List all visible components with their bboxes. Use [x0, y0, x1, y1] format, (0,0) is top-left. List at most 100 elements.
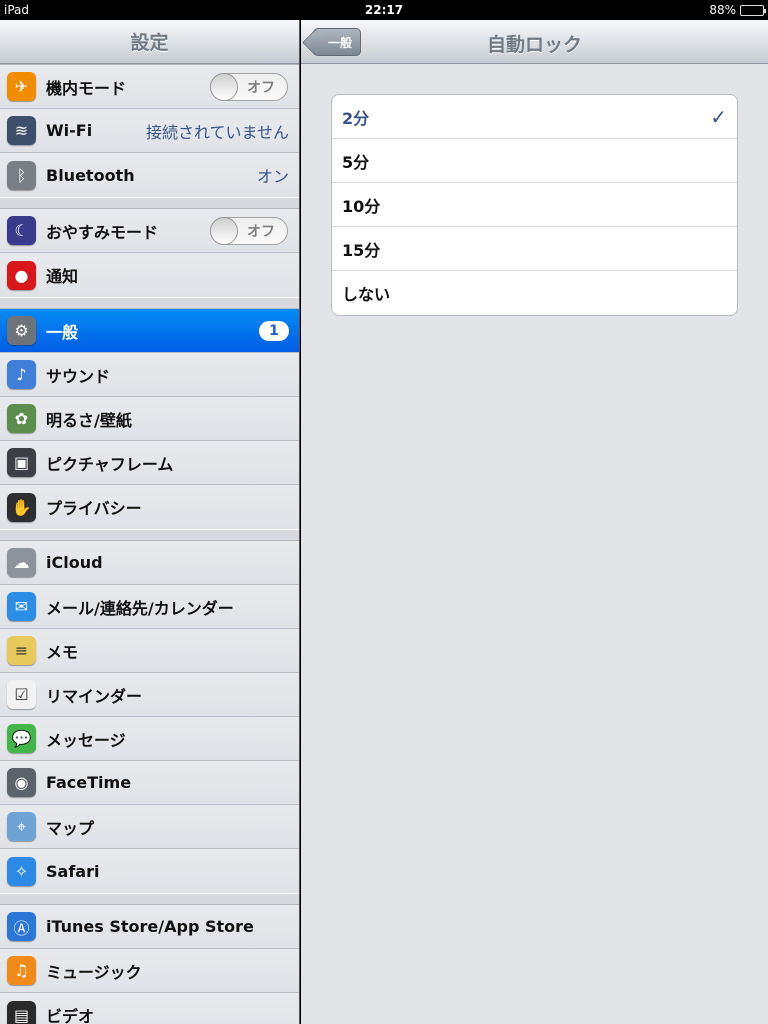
sidebar-item-label: 通知 — [46, 267, 79, 286]
sidebar-item-picture-frame[interactable]: ▣ ピクチャフレーム — [0, 441, 299, 485]
settings-sidebar: 設定 ✈ 機内モード オフ ≋ Wi-Fi 接続されていません ᛒ Bluetooth オン ☾ お… — [0, 20, 300, 1024]
sidebar-item-label: FaceTime — [46, 773, 132, 792]
bluetooth-status: オン — [256, 167, 289, 186]
sidebar-item-label: マップ — [46, 818, 95, 838]
update-badge: 1 — [259, 320, 289, 341]
sidebar-item-label: メモ — [46, 642, 79, 662]
notes-icon: ≡ — [7, 636, 36, 665]
sidebar-item-itunes[interactable]: ⒶiTunes Store/App Store — [0, 905, 299, 949]
sidebar-item-sounds[interactable]: ♪ サウンド — [0, 353, 299, 397]
cloud-icon: ☁ — [7, 548, 36, 577]
sidebar-group: ☁ iCloud ✉ メール/連絡先/カレンダー ≡ メモ ☑ リマインダー 💬 メッセージ ◉ Fa… — [0, 540, 299, 894]
auto-lock-option[interactable]: 5分 — [332, 139, 737, 183]
toggle-state-label: オフ — [247, 79, 275, 96]
sidebar-item-label: iCloud — [46, 553, 103, 572]
sidebar-group: ⒶiTunes Store/App Store ♫ ミュージック ▤ ビデオ — [0, 904, 299, 1024]
toggle-state-label: オフ — [247, 223, 275, 240]
status-bar: iPad 22:17 88% — [0, 0, 768, 20]
sidebar-item-label: 機内モード — [46, 78, 127, 98]
sidebar-item-label: ビデオ — [46, 1007, 95, 1024]
notification-icon: ● — [7, 260, 36, 290]
back-button-label: 一般 — [328, 35, 353, 50]
sidebar-item-facetime[interactable]: ◉ FaceTime — [0, 761, 299, 805]
battery-icon — [740, 4, 766, 16]
sidebar-item-label: プライバシー — [46, 499, 142, 518]
speaker-icon: ♪ — [7, 360, 36, 389]
sidebar-item-label: 明るさ/壁紙 — [46, 410, 132, 430]
sidebar-group: ✈ 機内モード オフ ≋ Wi-Fi 接続されていません ᛒ Bluetooth オン — [0, 64, 299, 198]
sidebar-item-reminders[interactable]: ☑ リマインダー — [0, 673, 299, 717]
auto-lock-option[interactable]: しない — [332, 271, 737, 315]
sidebar-item-label: サウンド — [46, 366, 111, 386]
camera-icon: ◉ — [7, 768, 36, 797]
app-store-icon: Ⓐ — [7, 912, 36, 941]
sidebar-item-notes[interactable]: ≡ メモ — [0, 629, 299, 673]
flower-icon: ✿ — [7, 404, 36, 433]
picture-frame-icon: ▣ — [7, 448, 36, 477]
sidebar-item-maps[interactable]: ⌖ マップ — [0, 805, 299, 849]
sidebar-item-label: Safari — [46, 861, 100, 881]
wifi-icon: ≋ — [7, 116, 36, 145]
sidebar-item-wifi[interactable]: ≋ Wi-Fi 接続されていません — [0, 109, 299, 153]
page-title: 自動ロック — [486, 34, 582, 56]
sidebar-item-label: メール/連絡先/カレンダー — [46, 598, 234, 618]
sidebar-item-icloud[interactable]: ☁ iCloud — [0, 541, 299, 585]
sidebar-item-label: Wi-Fi — [46, 121, 93, 140]
sidebar-item-privacy[interactable]: ✋ プライバシー — [0, 485, 299, 529]
option-label: 2分 — [342, 108, 370, 128]
option-label: 10分 — [342, 196, 381, 216]
option-label: 5分 — [342, 152, 370, 172]
sidebar-item-label: 一般 — [46, 322, 79, 342]
auto-lock-options: 2分 ✓ 5分 10分 15分しない — [331, 94, 738, 316]
auto-lock-option[interactable]: 10分 — [332, 183, 737, 227]
bluetooth-icon: ᛒ — [7, 160, 36, 190]
map-icon: ⌖ — [7, 812, 36, 841]
sidebar-item-label: メッセージ — [46, 730, 126, 750]
status-time: 22:17 — [364, 3, 404, 17]
music-icon: ♫ — [7, 956, 36, 985]
toggle-knob — [210, 72, 238, 101]
sidebar-header: 設定 — [0, 20, 299, 64]
message-icon: 💬 — [7, 724, 36, 753]
option-label: しない — [342, 285, 391, 304]
moon-icon: ☾ — [7, 216, 36, 245]
sidebar-item-general[interactable]: ⚙ 一般 1 — [0, 309, 299, 353]
do-not-disturb-toggle[interactable]: オフ — [210, 216, 288, 245]
clapper-icon: ▤ — [7, 1000, 36, 1024]
sidebar-item-bluetooth[interactable]: ᛒ Bluetooth オン — [0, 153, 299, 197]
sidebar-group: ⚙ 一般 1 ♪ サウンド ✿ 明るさ/壁紙 ▣ ピクチャフレーム ✋ プライバシー — [0, 308, 299, 530]
gear-icon: ⚙ — [7, 316, 36, 345]
mail-icon: ✉ — [7, 592, 36, 621]
sidebar-item-videos[interactable]: ▤ ビデオ — [0, 993, 299, 1024]
detail-pane: 一般 自動ロック 2分 ✓ 5分 10分 15分しない — [301, 20, 768, 1024]
detail-header: 一般 自動ロック — [301, 20, 768, 64]
auto-lock-option[interactable]: 15分 — [332, 227, 737, 271]
sidebar-group: ☾ おやすみモード オフ ● 通知 — [0, 208, 299, 298]
sidebar-title: 設定 — [130, 32, 169, 54]
sidebar-item-mail[interactable]: ✉ メール/連絡先/カレンダー — [0, 585, 299, 629]
sidebar-item-label: おやすみモード — [46, 222, 159, 242]
airplane-mode-toggle[interactable]: オフ — [210, 72, 288, 101]
sidebar-item-label: ピクチャフレーム — [46, 454, 174, 474]
battery-percent: 88% — [709, 3, 736, 17]
reminders-icon: ☑ — [7, 680, 36, 709]
battery-indicator: 88% — [709, 3, 766, 17]
compass-icon: ✧ — [7, 856, 36, 886]
toggle-knob — [210, 216, 238, 245]
sidebar-item-label: iTunes Store/App Store — [46, 917, 254, 936]
option-label: 15分 — [342, 240, 381, 260]
sidebar-item-label: ミュージック — [46, 962, 142, 982]
sidebar-item-music[interactable]: ♫ ミュージック — [0, 949, 299, 993]
wifi-status: 接続されていません — [145, 122, 289, 142]
airplane-icon: ✈ — [7, 72, 36, 101]
sidebar-item-do-not-disturb[interactable]: ☾ おやすみモード オフ — [0, 209, 299, 253]
sidebar-item-messages[interactable]: 💬 メッセージ — [0, 717, 299, 761]
sidebar-item-airplane-mode[interactable]: ✈ 機内モード オフ — [0, 65, 299, 109]
sidebar-item-safari[interactable]: ✧ Safari — [0, 849, 299, 893]
sidebar-item-label: Bluetooth — [46, 165, 135, 185]
auto-lock-option[interactable]: 2分 ✓ — [332, 95, 737, 139]
sidebar-item-brightness[interactable]: ✿ 明るさ/壁紙 — [0, 397, 299, 441]
hand-icon: ✋ — [7, 492, 36, 522]
checkmark-icon: ✓ — [710, 104, 727, 129]
sidebar-item-notifications[interactable]: ● 通知 — [0, 253, 299, 297]
